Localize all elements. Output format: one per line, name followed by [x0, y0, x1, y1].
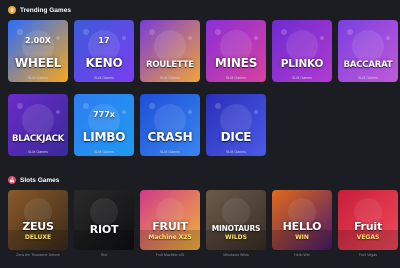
game-tile-mines[interactable]: MINES SLM Games [206, 20, 266, 82]
slots-section-header: Slots Games [8, 174, 59, 186]
game-title: MINES [214, 56, 258, 70]
game-provider: SLM Games [160, 150, 180, 154]
slot-caption: Fruit Machine x25 [155, 253, 185, 257]
game-provider: SLM Games [226, 76, 246, 80]
slot-subtitle: WIN [295, 234, 309, 241]
game-title: ROULETTE [146, 60, 194, 70]
trending-section-title: Trending Games [20, 6, 71, 14]
game-provider: SLM Games [94, 150, 114, 154]
slot-tile-fruit-vegas[interactable]: Fruit VEGAS [338, 190, 398, 250]
slot-tile-fruit-machine-x25[interactable]: FRUIT Machine X25 [140, 190, 200, 250]
game-title: CRASH [147, 130, 193, 144]
game-tile-wheel[interactable]: 2.00X WHEEL SLM Games [8, 20, 68, 82]
game-badge: 17 [98, 36, 110, 45]
slot-tile-minotaurs-wilds[interactable]: MINOTAURS WILDS [206, 190, 266, 250]
slot-title: FRUIT [152, 220, 188, 233]
slot-title: Fruit [353, 220, 383, 233]
slot-caption: Fruit Vegas [358, 253, 378, 257]
game-badge: 2.00X [25, 36, 51, 45]
game-provider: SLM Games [292, 76, 312, 80]
slot-title: ZEUS [22, 220, 54, 233]
slot-tile-zeus-the-thunderer-deluxe[interactable]: ZEUS DELUXE [8, 190, 68, 250]
game-title: KENO [85, 56, 123, 70]
slot-title: HELLO [282, 220, 322, 233]
game-provider: SLM Games [358, 76, 378, 80]
game-tile-roulette[interactable]: ROULETTE SLM Games [140, 20, 200, 82]
slots-section-title: Slots Games [20, 176, 60, 184]
game-tile-dice[interactable]: DICE SLM Games [206, 94, 266, 156]
slot-subtitle: Machine X25 [148, 234, 192, 241]
game-title: BLACKJACK [11, 134, 65, 144]
game-badge: 777x [93, 110, 115, 119]
game-title: LIMBO [82, 130, 126, 144]
slot-title: MINOTAURS [211, 224, 261, 233]
game-provider: SLM Games [226, 150, 246, 154]
slot-subtitle: DELUXE [24, 234, 52, 241]
game-provider: SLM Games [160, 76, 180, 80]
slot-caption: Minotaurs Wilds [223, 253, 249, 257]
game-title: DICE [220, 130, 252, 144]
game-provider: SLM Games [94, 76, 114, 80]
game-title: WHEEL [14, 56, 62, 70]
game-tile-limbo[interactable]: 777x LIMBO SLM Games [74, 94, 134, 156]
game-tile-crash[interactable]: CRASH SLM Games [140, 94, 200, 156]
game-title: BACCARAT [343, 60, 393, 70]
flame-icon [8, 6, 16, 14]
game-tile-keno[interactable]: 17 KENO SLM Games [74, 20, 134, 82]
slot-caption: Riot [100, 253, 108, 257]
slot-subtitle: VEGAS [356, 234, 380, 241]
game-tile-baccarat[interactable]: BACCARAT SLM Games [338, 20, 398, 82]
slot-subtitle: WILDS [225, 234, 247, 241]
cherry-icon [8, 176, 16, 184]
slot-tile-hello-win[interactable]: HELLO WIN [272, 190, 332, 250]
game-provider: SLM Games [28, 76, 48, 80]
game-tile-blackjack[interactable]: BLACKJACK SLM Games [8, 94, 68, 156]
game-tile-plinko[interactable]: PLINKO SLM Games [272, 20, 332, 82]
trending-section-header: Trending Games [8, 4, 71, 16]
slot-caption: Zeus the Thunderer Deluxe [16, 253, 60, 257]
game-title: PLINKO [280, 58, 324, 70]
slot-title: RIOT [89, 223, 119, 236]
game-provider: SLM Games [28, 150, 48, 154]
slot-tile-riot[interactable]: RIOT [74, 190, 134, 250]
slot-caption: Hello Win [294, 253, 310, 257]
